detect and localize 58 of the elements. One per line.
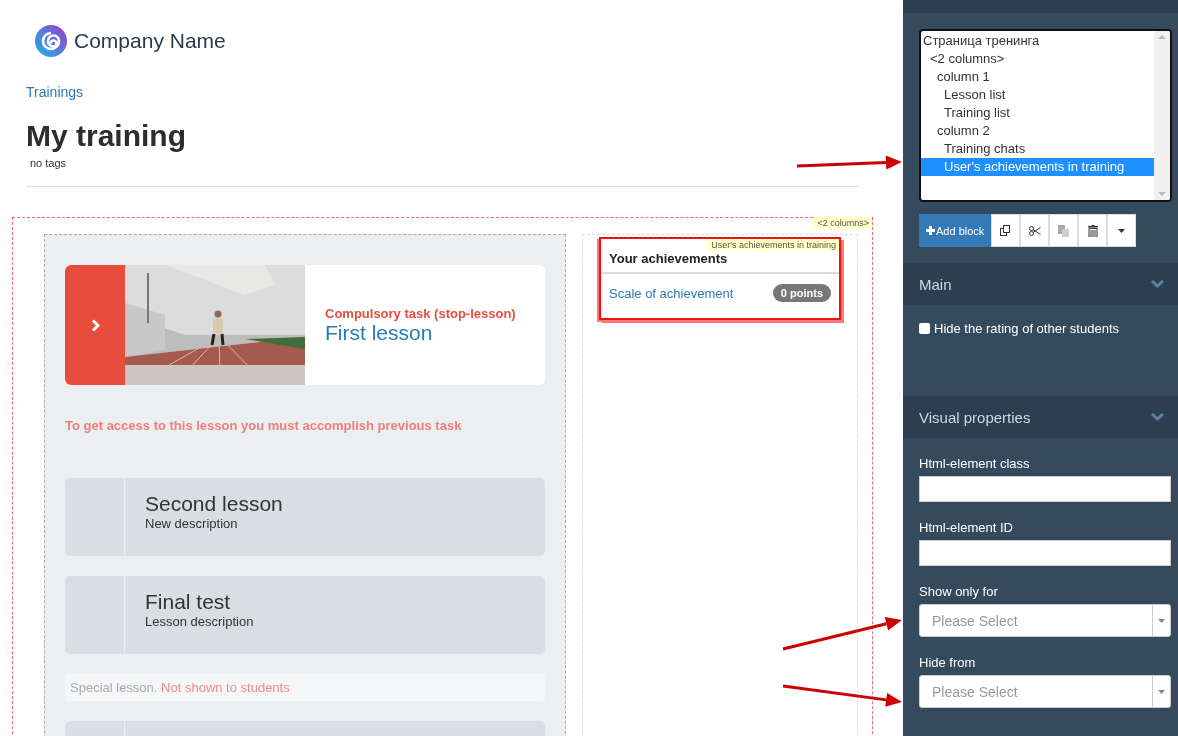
block-tree[interactable]: Страница тренинга <2 columns> column 1 Lesson list Training list column 2 Training chats User's achievements in training [919,29,1172,202]
plus-icon [926,226,935,235]
tree-item[interactable]: Страница тренинга [921,32,1154,51]
field-label: Html-element class [919,456,1030,471]
lesson-title: Second lesson [145,492,283,516]
section-header[interactable]: Main [903,263,1178,305]
chevron-down-icon [1151,413,1164,421]
field-label: Html-element ID [919,520,1013,535]
special-lesson-note: Special lesson. Not shown to students [65,674,545,701]
caret-icon [1158,689,1165,694]
lesson-label: Compulsory task (stop-lesson) [325,305,516,321]
input-field[interactable] [919,476,1171,502]
checkbox-label: Hide the rating of other students [934,321,1119,336]
trash-icon [1087,224,1098,237]
copy-icon [1000,225,1012,236]
paste-icon [1058,224,1070,237]
caret-icon [1118,228,1126,233]
chevron-right-icon [90,318,100,332]
field-label: Hide from [919,655,976,670]
breadcrumb-link[interactable]: Trainings [26,84,84,100]
tree-item[interactable]: column 1 [921,68,1154,87]
menu-button[interactable] [1107,214,1137,247]
copy-button[interactable] [991,214,1021,247]
layout-tag: <2 columns> [814,217,872,229]
cut-button[interactable] [1020,214,1050,247]
chevron-down-icon [1151,280,1164,288]
delete-button[interactable] [1078,214,1108,247]
lesson-card[interactable]: Final test Lesson description [65,576,545,654]
input-field[interactable] [919,540,1171,566]
lesson-description: Lesson description [145,614,254,629]
access-notice: To get access to this lesson you must accomplish previous task [65,418,463,433]
block-tag: User's achievements in training [708,239,839,251]
points-badge: 0 points [772,284,831,302]
achievements-widget[interactable]: User's achievements in training Your achievements Scale of achievement 0 points [599,237,841,320]
caret-icon [1158,618,1165,623]
achievement-link[interactable]: Scale of achievement [609,285,734,301]
section-header[interactable]: Visual properties [903,396,1178,438]
field-label: Show only for [919,584,998,599]
tree-item[interactable]: Lesson list [921,86,1154,105]
company-name: Company Name [74,29,226,53]
scroll-up-icon[interactable] [1158,35,1166,40]
lesson-card[interactable]: Second lesson New description [65,478,545,556]
tree-item[interactable]: Training chats [921,140,1154,159]
checkbox[interactable] [919,323,930,334]
tree-item[interactable]: <2 columns> [921,50,1154,69]
tree-item[interactable]: Training list [921,104,1154,123]
scissors-icon [1028,225,1041,236]
tags-text: no tags [30,157,67,169]
lesson-title: First lesson [325,320,434,345]
scrollbar[interactable] [1154,31,1170,200]
lesson-description: New description [145,516,239,531]
add-block-button[interactable]: Add block [919,214,992,247]
tree-item[interactable]: column 2 [921,122,1154,141]
spiral-logo-icon [34,24,68,58]
page-title: My training [26,119,187,153]
scroll-down-icon[interactable] [1158,192,1166,196]
lesson-card[interactable]: Compulsory task (stop-lesson) First lesson [65,265,545,385]
lesson-title: Final test [145,590,232,614]
